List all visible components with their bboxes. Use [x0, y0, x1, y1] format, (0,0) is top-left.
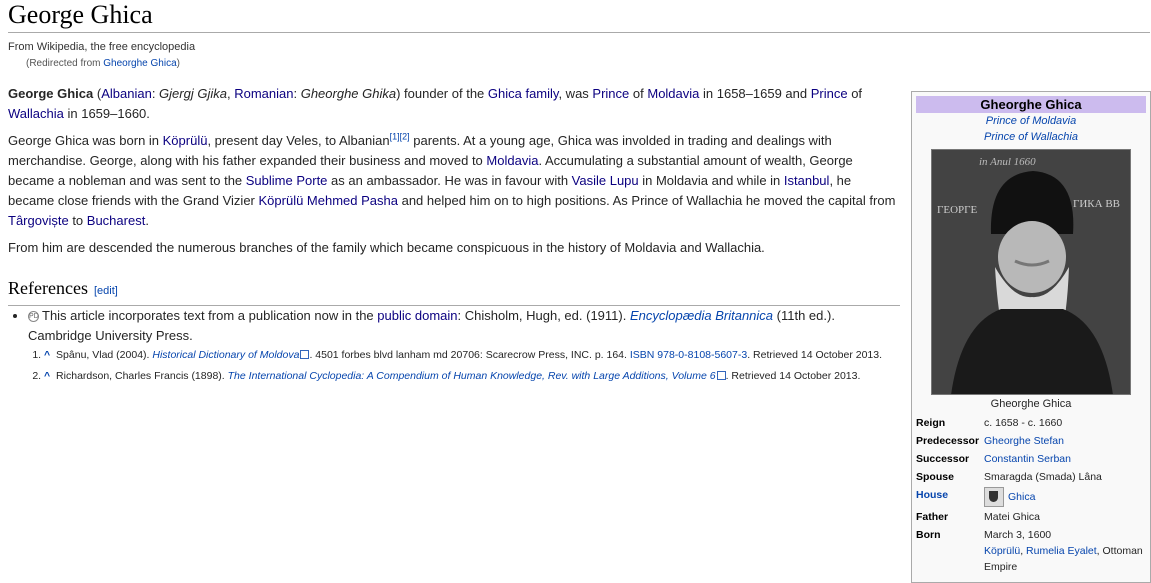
coat-of-arms-icon[interactable]	[984, 487, 1004, 507]
link-romanian[interactable]: Romanian	[234, 86, 293, 101]
born-place-rumelia-link[interactable]: Rumelia Eyalet	[1026, 545, 1097, 557]
references-section: PDThis article incorporates text from a …	[8, 306, 900, 390]
house-label-link[interactable]: House	[916, 489, 948, 501]
house-link[interactable]: Ghica	[1008, 491, 1035, 503]
link-sublime-porte[interactable]: Sublime Porte	[246, 173, 328, 188]
born-label: Born	[916, 529, 941, 541]
external-link-icon	[300, 350, 310, 359]
portrait-drawing: in Anul 1660 ГЕОРГЕ ГИКА ВВ	[931, 149, 1131, 395]
intro-paragraph: George Ghica (Albanian: Gjergj Gjika, Ro…	[8, 86, 863, 121]
portrait-top-inscription: in Anul 1660	[979, 156, 1036, 168]
redirect-notice: (Redirected from Gheorghe Ghica)	[26, 58, 180, 69]
romanian-name: Gheorghe Ghika	[300, 86, 397, 101]
infobox-link-prince-wallachia[interactable]: Prince of Wallachia	[984, 131, 1078, 143]
references-heading: References [edit]	[8, 276, 900, 306]
predecessor-link[interactable]: Gheorghe Stefan	[984, 435, 1064, 447]
father-value: Matei Ghica	[984, 511, 1041, 523]
father-label: Father	[916, 511, 949, 523]
born-value: March 3, 1600 Köprülü, Rumelia Eyalet, Ot…	[984, 529, 1143, 573]
predecessor-label: Predecessor	[916, 435, 980, 447]
article-subject: George Ghica	[8, 86, 94, 101]
successor-link[interactable]: Constantin Serban	[984, 453, 1071, 465]
albanian-name: Gjergj Gjika	[159, 86, 227, 101]
link-ghica-family[interactable]: Ghica family	[488, 86, 559, 101]
external-link-icon	[716, 371, 726, 380]
successor-label: Successor	[916, 453, 970, 465]
backlink-caret[interactable]: ^	[44, 349, 50, 361]
link-prince-moldavia[interactable]: Prince	[592, 86, 629, 101]
citation-1[interactable]: [1]	[390, 132, 400, 142]
bio-paragraph: George Ghica was born in Köprülü, presen…	[8, 131, 896, 228]
link-moldavia[interactable]: Moldavia	[647, 86, 699, 101]
portrait-left-inscription: ГЕОРГЕ	[937, 204, 977, 216]
site-tagline: From Wikipedia, the free encyclopedia	[8, 41, 196, 53]
backlink-caret[interactable]: ^	[44, 370, 50, 382]
link-britannica[interactable]: Encyclopædia Britannica	[630, 308, 773, 323]
link-albanian[interactable]: Albanian	[101, 86, 152, 101]
infobox-table: Reign c. 1658 - c. 1660 Predecessor Gheorg…	[914, 414, 1148, 576]
link-koprulu[interactable]: Köprülü	[163, 133, 208, 148]
reference-item: ^ Spânu, Vlad (2004). Historical Diction…	[44, 348, 900, 363]
infobox-title: Gheorghe Ghica	[916, 96, 1146, 113]
link-vasile-lupu[interactable]: Vasile Lupu	[572, 173, 639, 188]
citation-2[interactable]: [2]	[400, 132, 410, 142]
ref-title-link[interactable]: The International Cyclopedia: A Compendi…	[228, 370, 716, 382]
portrait-right-inscription: ГИКА ВВ	[1073, 198, 1120, 210]
isbn-link[interactable]: ISBN 978-0-8108-5607-3	[630, 349, 747, 361]
born-place-koprulu-link[interactable]: Köprülü	[984, 545, 1020, 557]
ref-title-link[interactable]: Historical Dictionary of Moldova	[152, 349, 299, 361]
infobox-link-prince-moldavia[interactable]: Prince of Moldavia	[986, 115, 1077, 127]
public-domain-icon: PD	[28, 311, 39, 323]
link-istanbul[interactable]: Istanbul	[784, 173, 830, 188]
link-prince-wallachia[interactable]: Prince	[811, 86, 848, 101]
portrait-caption: Gheorghe Ghica	[990, 398, 1072, 410]
spouse-label: Spouse	[916, 471, 954, 483]
public-domain-notice: PDThis article incorporates text from a …	[28, 306, 900, 346]
infobox: Gheorghe Ghica Prince of Moldavia Prince…	[911, 91, 1151, 583]
article-body: George Ghica (Albanian: Gjergj Gjika, Ro…	[8, 84, 900, 265]
redirect-link[interactable]: Gheorghe Ghica	[103, 58, 176, 69]
portrait-image[interactable]: in Anul 1660 ГЕОРГЕ ГИКА ВВ	[931, 149, 1131, 395]
page-title: George Ghica	[8, 0, 1150, 33]
link-bucharest[interactable]: Bucharest	[87, 213, 146, 228]
link-targoviste[interactable]: Târgoviște	[8, 213, 69, 228]
spouse-value: Smaragda (Smada) Lâna	[984, 471, 1102, 483]
reference-item: ^ Richardson, Charles Francis (1898). Th…	[44, 369, 900, 384]
link-koprulu-mehmed-pasha[interactable]: Köprülü Mehmed Pasha	[259, 193, 398, 208]
reign-value: c. 1658 - c. 1660	[984, 417, 1063, 429]
descended-paragraph: From him are descended the numerous bran…	[8, 240, 765, 255]
link-wallachia[interactable]: Wallachia	[8, 106, 64, 121]
link-moldavia-2[interactable]: Moldavia	[486, 153, 538, 168]
link-public-domain[interactable]: public domain	[377, 308, 457, 323]
edit-references-link[interactable]: [edit]	[94, 285, 118, 297]
reign-label: Reign	[916, 417, 946, 429]
